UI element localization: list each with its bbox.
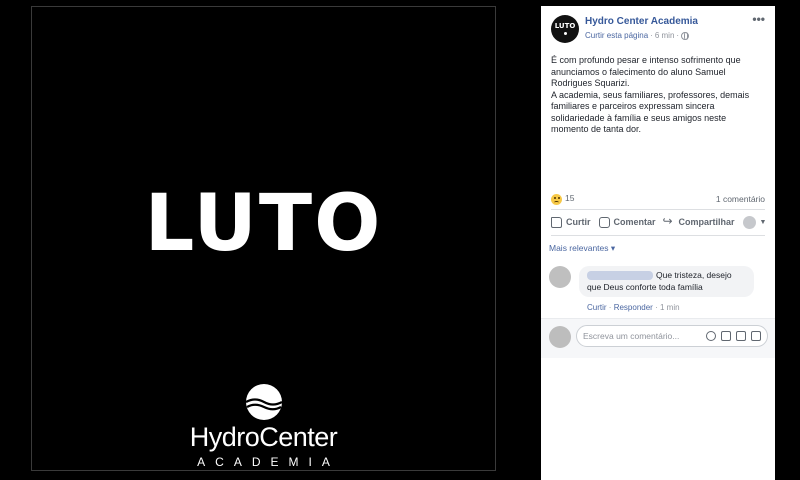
comment-actions: Curtir · Responder · 1 min [587,303,680,312]
divider [551,235,765,236]
comment-like-link[interactable]: Curtir [587,303,607,312]
avatar [549,326,571,348]
reactions-summary: 15 1 comentário [551,192,765,206]
thumbs-up-icon [551,216,562,228]
comment-bubble: Que tristeza, desejo que Deus conforte t… [579,266,754,297]
commenter-avatar[interactable] [549,266,571,288]
comment-composer: Escreva um comentário... [541,318,775,358]
page-name-link[interactable]: Hydro Center Academia [585,16,698,27]
photo-headline: LUTO [144,179,383,269]
hydro-center-logo: HydroCenter ACADEMIA [32,383,495,469]
comment-reply-link[interactable]: Responder [614,303,653,312]
emoji-icon[interactable] [706,331,716,341]
post-panel: LUTO Hydro Center Academia Curtir esta p… [541,6,775,480]
divider [551,209,765,210]
comment-input[interactable]: Escreva um comentário... [576,325,768,347]
post-header: LUTO Hydro Center Academia Curtir esta p… [541,6,775,50]
logo-circle-icon [244,384,283,420]
post-actions: Curtir Comentar Compartilhar ▼ [547,212,769,232]
logo-subtitle: ACADEMIA [197,454,340,469]
post-paragraph: A academia, seus familiares, professores… [551,89,750,135]
post-meta: Curtir esta página · 6 min · [585,31,690,40]
react-as-selector[interactable]: ▼ [739,215,771,229]
globe-icon [681,31,690,40]
page-avatar[interactable]: LUTO [551,15,579,43]
comment-count-link[interactable]: 1 comentário [716,194,765,204]
comment-icon [598,216,610,228]
gif-icon[interactable] [736,331,746,341]
share-button[interactable]: Compartilhar [660,214,739,228]
sticker-icon[interactable] [751,331,761,341]
like-page-link[interactable]: Curtir esta página [585,31,648,40]
like-button[interactable]: Curtir [547,216,595,228]
comment-time[interactable]: 1 min [660,303,680,312]
camera-icon[interactable] [721,331,731,341]
post-text: É com profundo pesar e intenso sofriment… [551,55,766,136]
avatar [742,215,756,229]
commenter-name-blurred[interactable] [587,271,653,281]
logo-brand: HydroCenter [189,422,338,452]
comment-button[interactable]: Comentar [595,216,660,228]
reaction-count[interactable]: 15 [551,193,574,205]
comment-sort-dropdown[interactable]: Mais relevantes ▾ [549,243,615,254]
post-photo[interactable]: LUTO HydroCenter ACADEMIA [31,6,496,471]
more-options-icon[interactable]: ••• [752,12,765,26]
chevron-down-icon: ▼ [759,218,767,226]
post-time[interactable]: 6 min [655,31,675,40]
share-icon [663,214,675,228]
post-paragraph: É com profundo pesar e intenso sofriment… [551,55,741,88]
sad-reaction-icon [551,193,562,205]
